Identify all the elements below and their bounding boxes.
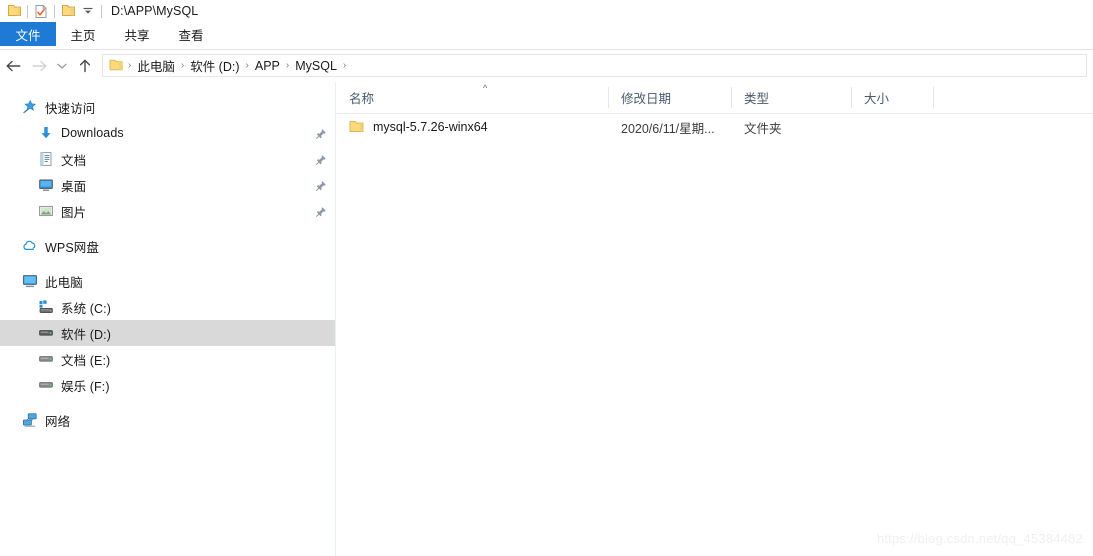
up-arrow-icon[interactable] <box>72 53 98 79</box>
toolbar-separator <box>27 4 28 18</box>
file-explorer-window: D:\APP\MySQL 文件 主页 共享 查看 › 此电脑 › 软件 (D:)… <box>0 0 1093 556</box>
sidebar-label: 此电脑 <box>45 275 83 290</box>
downloads-arrow-icon <box>38 125 54 141</box>
breadcrumb-item-app[interactable]: APP <box>251 59 284 73</box>
tab-file[interactable]: 文件 <box>0 22 56 46</box>
file-name-label: mysql-5.7.26-winx64 <box>373 120 488 134</box>
sidebar-item-pictures[interactable]: 图片 <box>0 198 335 224</box>
pin-icon[interactable] <box>315 127 327 139</box>
file-name-cell[interactable]: mysql-5.7.26-winx64 <box>336 114 608 140</box>
breadcrumb-address-bar[interactable]: › 此电脑 › 软件 (D:) › APP › MySQL › <box>102 54 1087 77</box>
folder-icon <box>349 119 365 135</box>
sidebar-label: 文档 <box>61 153 87 168</box>
sidebar-label: 快速访问 <box>45 101 96 116</box>
system-drive-icon <box>38 299 54 315</box>
title-bar: D:\APP\MySQL <box>0 0 1093 22</box>
sidebar-item-this-pc[interactable]: 此电脑 <box>0 268 335 294</box>
sidebar-label: WPS网盘 <box>45 240 99 255</box>
folder-icon[interactable] <box>4 1 24 21</box>
pictures-icon <box>38 203 54 219</box>
tab-share[interactable]: 共享 <box>110 22 164 46</box>
sidebar-label: 桌面 <box>61 179 87 194</box>
sidebar-item-documents[interactable]: 文档 <box>0 146 335 172</box>
quick-access-toolbar <box>0 0 105 22</box>
breadcrumb-separator: › <box>128 60 132 71</box>
tab-home[interactable]: 主页 <box>56 22 110 46</box>
pin-icon[interactable] <box>315 179 327 191</box>
file-list-pane[interactable]: 名称 ^ 修改日期 类型 大小 mysql-5.7.26-winx64 2020… <box>336 82 1093 556</box>
chevron-down-icon[interactable] <box>78 1 98 21</box>
sidebar-item-wps-cloud[interactable]: WPS网盘 <box>0 233 335 259</box>
table-row[interactable]: mysql-5.7.26-winx64 2020/6/11/星期... 文件夹 <box>336 114 1093 140</box>
cloud-icon <box>22 238 38 254</box>
column-header-name-label: 名称 <box>349 92 375 106</box>
breadcrumb-separator: › <box>342 60 347 71</box>
toolbar-separator <box>54 4 55 18</box>
pin-icon[interactable] <box>315 205 327 217</box>
desktop-icon <box>38 177 54 193</box>
file-type-cell: 文件夹 <box>744 121 782 136</box>
file-date-cell: 2020/6/11/星期... <box>621 121 715 136</box>
forward-arrow-icon[interactable] <box>26 53 52 79</box>
drive-icon <box>38 351 54 367</box>
sidebar-label: 娱乐 (F:) <box>61 379 110 394</box>
quick-access-star-icon <box>22 99 38 115</box>
this-pc-monitor-icon <box>22 273 38 289</box>
sort-ascending-caret-icon: ^ <box>483 83 488 93</box>
navigation-sidebar[interactable]: 快速访问 Downloads 文档 桌面 图片 WPS网盘 此电脑 系统 (C:… <box>0 82 336 556</box>
sidebar-item-drive-f[interactable]: 娱乐 (F:) <box>0 372 335 398</box>
sidebar-item-system-drive-c[interactable]: 系统 (C:) <box>0 294 335 320</box>
breadcrumb-item-mysql[interactable]: MySQL <box>291 59 341 73</box>
column-header-row: 名称 ^ 修改日期 类型 大小 <box>336 82 1093 114</box>
column-header-type[interactable]: 类型 <box>731 82 851 113</box>
sidebar-item-drive-d[interactable]: 软件 (D:) <box>0 320 335 346</box>
breadcrumb-separator: › <box>245 60 249 71</box>
drive-icon <box>38 377 54 393</box>
pin-icon[interactable] <box>315 153 327 165</box>
watermark-text: https://blog.csdn.net/qq_45384482 <box>876 531 1083 546</box>
main-content-area: 快速访问 Downloads 文档 桌面 图片 WPS网盘 此电脑 系统 (C:… <box>0 82 1093 556</box>
sidebar-item-network[interactable]: 网络 <box>0 407 335 433</box>
sidebar-label: Downloads <box>61 126 124 140</box>
file-size-cell <box>851 114 933 140</box>
breadcrumb-separator: › <box>285 60 290 71</box>
new-folder-icon[interactable] <box>58 1 78 21</box>
navigation-bar: › 此电脑 › 软件 (D:) › APP › MySQL › <box>0 50 1093 81</box>
sidebar-item-drive-e[interactable]: 文档 (E:) <box>0 346 335 372</box>
recent-locations-chevron-down-icon[interactable] <box>52 53 72 79</box>
network-icon <box>22 412 38 428</box>
breadcrumb-separator: › <box>180 60 185 71</box>
column-header-size[interactable]: 大小 <box>851 82 933 113</box>
sidebar-label: 图片 <box>61 205 87 220</box>
column-header-name[interactable]: 名称 ^ <box>336 82 608 113</box>
sidebar-label: 软件 (D:) <box>61 327 111 342</box>
sidebar-item-quick-access[interactable]: 快速访问 <box>0 94 335 120</box>
sidebar-item-downloads[interactable]: Downloads <box>0 120 335 146</box>
sidebar-label: 网络 <box>45 414 71 429</box>
drive-icon <box>38 325 54 341</box>
tab-view[interactable]: 查看 <box>164 22 218 46</box>
ribbon-tab-bar: 文件 主页 共享 查看 <box>0 22 1093 46</box>
properties-icon[interactable] <box>31 1 51 21</box>
column-header-date[interactable]: 修改日期 <box>608 82 731 113</box>
documents-icon <box>38 151 54 167</box>
back-arrow-icon[interactable] <box>0 53 26 79</box>
breadcrumb-item-this-pc[interactable]: 此电脑 <box>133 56 179 75</box>
sidebar-label: 系统 (C:) <box>61 301 111 316</box>
breadcrumb-item-drive-d[interactable]: 软件 (D:) <box>186 56 243 75</box>
breadcrumb-folder-icon[interactable] <box>107 59 126 72</box>
sidebar-label: 文档 (E:) <box>61 353 111 368</box>
toolbar-separator <box>101 4 102 18</box>
column-header-spacer <box>933 82 973 113</box>
sidebar-item-desktop[interactable]: 桌面 <box>0 172 335 198</box>
window-title-path: D:\APP\MySQL <box>111 4 199 18</box>
